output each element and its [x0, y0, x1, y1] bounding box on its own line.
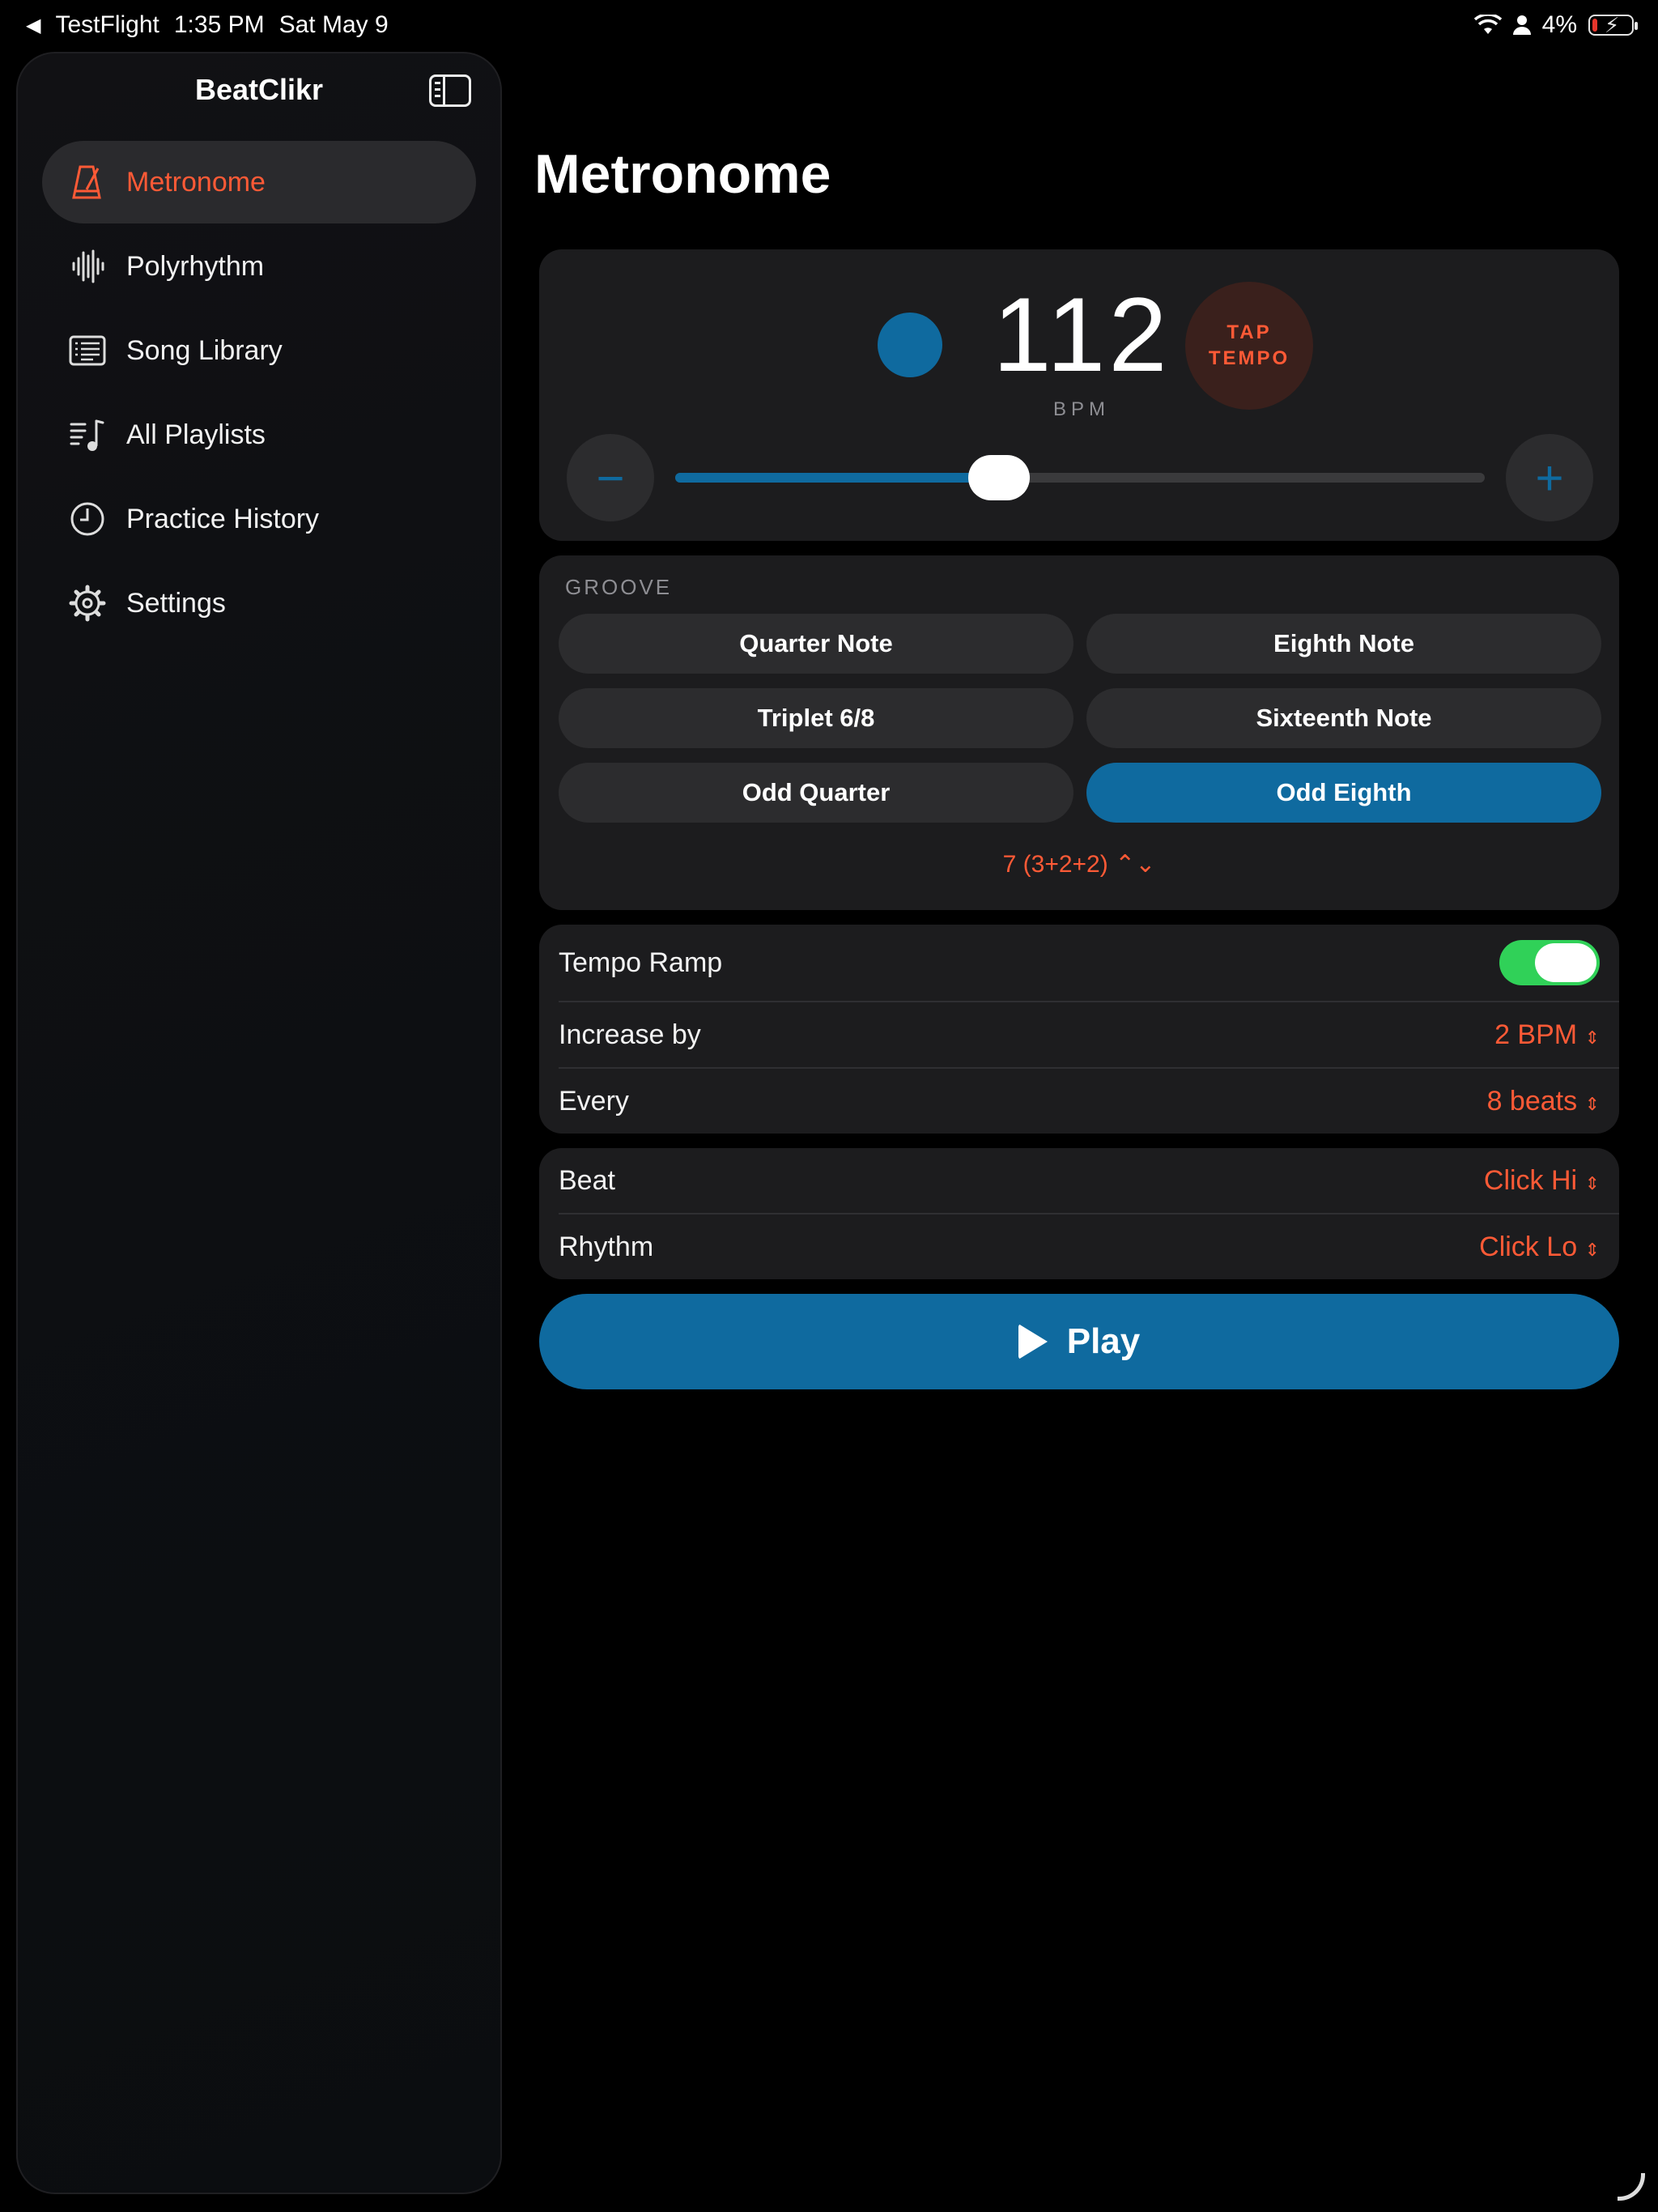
sidebar-nav: Metronome Polyrhythm Song Library All Pl… — [42, 141, 476, 646]
back-arrow-icon[interactable]: ◀ — [26, 14, 40, 37]
minus-icon: − — [596, 450, 625, 505]
back-app-label[interactable]: TestFlight — [55, 11, 159, 39]
status-right: 4% ⚡ — [1473, 11, 1638, 39]
tap-label-line1: TAP — [1226, 321, 1272, 343]
battery-icon: ⚡ — [1588, 13, 1638, 37]
tempo-ramp-toggle[interactable] — [1499, 940, 1600, 985]
groove-options: Quarter Note Eighth Note Triplet 6/8 Six… — [559, 614, 1601, 823]
chevron-updown-icon: ⇕ — [1584, 1093, 1600, 1114]
gear-icon — [68, 584, 107, 623]
chevron-updown-icon: ⇕ — [1584, 1027, 1600, 1048]
tempo-ramp-card: Tempo Ramp Increase by 2 BPM ⇕ Every 8 b… — [539, 925, 1619, 1134]
tap-tempo-button[interactable]: TAP TEMPO — [1185, 282, 1313, 410]
every-row[interactable]: Every 8 beats ⇕ — [559, 1069, 1619, 1134]
increase-by-row[interactable]: Increase by 2 BPM ⇕ — [559, 1002, 1619, 1067]
tempo-card: 112 BPM TAP TEMPO − + — [539, 249, 1619, 541]
play-label: Play — [1066, 1321, 1141, 1361]
every-value[interactable]: 8 beats ⇕ — [1487, 1086, 1600, 1117]
sound-card: Beat Click Hi ⇕ Rhythm Click Lo ⇕ — [539, 1148, 1619, 1279]
sidebar-item-label: All Playlists — [126, 419, 266, 450]
slider-thumb[interactable] — [968, 455, 1030, 500]
playlist-icon — [68, 415, 107, 454]
groove-card: GROOVE Quarter Note Eighth Note Triplet … — [539, 555, 1619, 910]
groove-quarter-note-button[interactable]: Quarter Note — [559, 614, 1073, 674]
sidebar-toggle-icon[interactable] — [429, 74, 471, 107]
meter-picker[interactable]: 7 (3+2+2) ⌃⌄ — [539, 850, 1619, 878]
tap-label-line2: TEMPO — [1208, 347, 1290, 369]
wifi-icon — [1473, 15, 1502, 34]
play-button[interactable]: Play — [539, 1294, 1619, 1389]
decrease-bpm-button[interactable]: − — [567, 434, 654, 521]
beat-label: Beat — [559, 1164, 615, 1196]
slider-fill — [675, 473, 999, 483]
list-card-icon — [68, 331, 107, 370]
sidebar-item-all-playlists[interactable]: All Playlists — [42, 393, 476, 476]
rhythm-label: Rhythm — [559, 1231, 654, 1262]
sidebar-item-label: Settings — [126, 587, 226, 619]
resize-handle-icon[interactable] — [1618, 2173, 1645, 2201]
metronome-icon — [68, 163, 107, 202]
increase-by-value[interactable]: 2 BPM ⇕ — [1494, 1019, 1600, 1051]
sidebar-item-label: Metronome — [126, 166, 266, 198]
person-icon — [1512, 15, 1531, 35]
battery-percent: 4% — [1541, 11, 1577, 38]
increase-by-label: Increase by — [559, 1019, 701, 1050]
groove-sixteenth-note-button[interactable]: Sixteenth Note — [1086, 688, 1601, 748]
groove-triplet-button[interactable]: Triplet 6/8 — [559, 688, 1073, 748]
sidebar-item-polyrhythm[interactable]: Polyrhythm — [42, 225, 476, 308]
clock-icon — [68, 500, 107, 538]
bpm-slider[interactable] — [675, 455, 1485, 500]
app-title: BeatClikr — [194, 73, 324, 106]
status-time: 1:35 PM — [173, 11, 265, 38]
status-left[interactable]: ◀ TestFlight 1:35 PM Sat May 9 — [26, 11, 389, 39]
sidebar-item-practice-history[interactable]: Practice History — [42, 478, 476, 560]
bpm-unit-label: BPM — [1052, 398, 1110, 420]
sidebar: BeatClikr Metronome Polyrhythm Song Libr… — [16, 52, 502, 2194]
chevron-updown-icon: ⇕ — [1584, 1172, 1600, 1193]
plus-icon: + — [1535, 450, 1564, 505]
beat-sound-row[interactable]: Beat Click Hi ⇕ — [559, 1148, 1619, 1213]
sidebar-item-label: Practice History — [126, 503, 320, 534]
waveform-icon — [68, 247, 107, 286]
groove-odd-eighth-button[interactable]: Odd Eighth — [1086, 763, 1601, 823]
chevron-updown-icon: ⇕ — [1584, 1239, 1600, 1260]
tempo-ramp-row: Tempo Ramp — [559, 925, 1619, 1001]
status-date: Sat May 9 — [278, 11, 389, 38]
sidebar-item-song-library[interactable]: Song Library — [42, 309, 476, 392]
status-bar: ◀ TestFlight 1:35 PM Sat May 9 4% ⚡ — [0, 0, 1658, 52]
sidebar-item-settings[interactable]: Settings — [42, 562, 476, 644]
page-title: Metronome — [534, 143, 831, 205]
every-label: Every — [559, 1085, 629, 1117]
rhythm-sound-row[interactable]: Rhythm Click Lo ⇕ — [559, 1214, 1619, 1279]
bpm-value[interactable]: 112 — [993, 274, 1171, 395]
tempo-ramp-label: Tempo Ramp — [559, 946, 723, 978]
groove-eighth-note-button[interactable]: Eighth Note — [1086, 614, 1601, 674]
meter-value: 7 (3+2+2) — [1002, 851, 1108, 878]
groove-odd-quarter-button[interactable]: Odd Quarter — [559, 763, 1073, 823]
sidebar-item-label: Song Library — [126, 334, 283, 366]
sidebar-item-metronome[interactable]: Metronome — [42, 141, 476, 223]
increase-bpm-button[interactable]: + — [1506, 434, 1593, 521]
play-icon — [1018, 1324, 1048, 1359]
beat-indicator — [878, 313, 942, 377]
beat-value[interactable]: Click Hi ⇕ — [1484, 1165, 1600, 1197]
sidebar-item-label: Polyrhythm — [126, 250, 265, 282]
groove-section-label: GROOVE — [565, 575, 673, 599]
chevron-updown-icon: ⌃⌄ — [1115, 851, 1156, 878]
rhythm-value[interactable]: Click Lo ⇕ — [1479, 1231, 1600, 1263]
